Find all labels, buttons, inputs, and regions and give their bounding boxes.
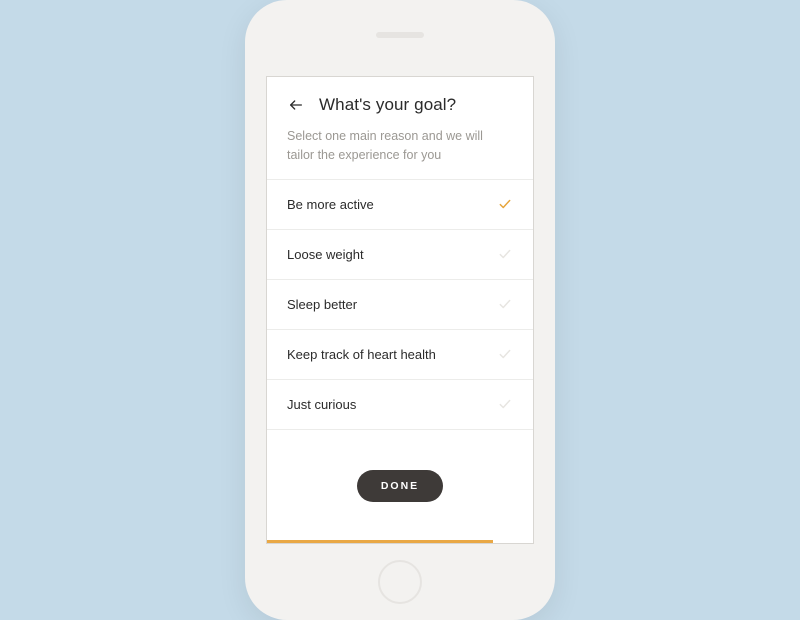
page-subtitle: Select one main reason and we will tailo… — [287, 127, 497, 165]
option-heart-health[interactable]: Keep track of heart health — [267, 330, 533, 380]
page-title: What's your goal? — [319, 95, 456, 115]
phone-home-button — [378, 560, 422, 604]
check-icon — [497, 196, 513, 212]
options-list: Be more active Loose weight Sleep better — [267, 179, 533, 430]
option-sleep-better[interactable]: Sleep better — [267, 280, 533, 330]
check-icon — [497, 296, 513, 312]
title-row: What's your goal? — [287, 95, 513, 115]
check-icon — [497, 346, 513, 362]
header: What's your goal? Select one main reason… — [267, 77, 533, 179]
option-label: Sleep better — [287, 297, 357, 312]
back-arrow-icon[interactable] — [287, 96, 305, 114]
phone-frame: What's your goal? Select one main reason… — [245, 0, 555, 620]
check-icon — [497, 246, 513, 262]
option-label: Keep track of heart health — [287, 347, 436, 362]
option-just-curious[interactable]: Just curious — [267, 380, 533, 430]
app-screen: What's your goal? Select one main reason… — [266, 76, 534, 544]
option-label: Be more active — [287, 197, 374, 212]
option-loose-weight[interactable]: Loose weight — [267, 230, 533, 280]
option-label: Loose weight — [287, 247, 364, 262]
check-icon — [497, 396, 513, 412]
phone-speaker — [376, 32, 424, 38]
footer: DONE — [267, 430, 533, 544]
option-be-more-active[interactable]: Be more active — [267, 180, 533, 230]
option-label: Just curious — [287, 397, 356, 412]
done-button[interactable]: DONE — [357, 470, 443, 502]
progress-bar — [267, 540, 493, 543]
